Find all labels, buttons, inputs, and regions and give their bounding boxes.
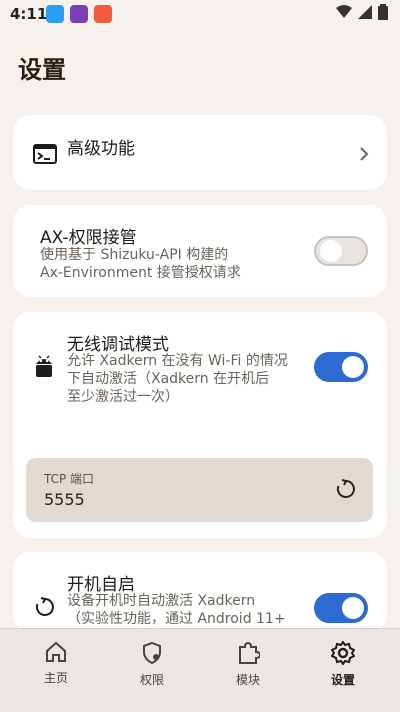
ax-subtitle-line2: Ax-Environment 接管授权请求 (40, 265, 241, 281)
advanced-features-title: 高级功能 (67, 139, 135, 159)
autostart-card: 开机自启 设备开机时自动激活 Xadkern （实验性功能，通过 Android… (13, 552, 387, 632)
qq-icon (46, 5, 64, 23)
wireless-subtitle-line3: 至少激活过一次） (67, 389, 179, 405)
nav-settings-label: 设置 (330, 673, 355, 687)
app-icon (70, 5, 88, 23)
terminal-icon (33, 144, 57, 164)
shield-icon (143, 641, 161, 665)
nav-home[interactable]: 主页 (24, 641, 88, 686)
autostart-subtitle-line1: 设备开机时自动激活 Xadkern (67, 593, 256, 609)
advanced-features-card[interactable]: 高级功能 (13, 115, 387, 190)
nav-settings[interactable]: 设置 (311, 640, 375, 688)
puzzle-icon (239, 641, 262, 664)
nav-permission-label: 权限 (139, 673, 164, 687)
page-title: 设置 (18, 56, 66, 84)
wireless-subtitle-line2: 下自动激活（Xadkern 在开机后 (67, 371, 270, 387)
nav-home-label: 主页 (43, 671, 68, 685)
wireless-debug-card: 无线调试模式 允许 Xadkern 在没有 Wi-Fi 的情况 下自动激活（Xa… (13, 312, 387, 538)
autostart-subtitle-line2: （实验性功能，通过 Android 11+ (67, 611, 286, 627)
android-icon (36, 355, 52, 377)
status-time: 4:11 (10, 5, 48, 23)
bottom-nav: 主页 权限 模块 设置 (0, 628, 400, 712)
ax-title: AX-权限接管 (40, 228, 137, 248)
status-bar: 4:11 (0, 0, 400, 28)
nav-modules-label: 模块 (235, 673, 260, 687)
home-icon (46, 641, 66, 662)
signal-icon (358, 5, 372, 19)
tcp-port-field[interactable]: TCP 端口 5555 (26, 458, 373, 522)
wireless-toggle[interactable] (314, 352, 368, 382)
wireless-toggle-knob (342, 356, 364, 378)
chat-icon (94, 5, 112, 23)
gear-icon (330, 640, 356, 666)
autostart-toggle-knob (342, 597, 364, 619)
wireless-subtitle-line1: 允许 Xadkern 在没有 Wi-Fi 的情况 (67, 353, 288, 369)
ax-toggle[interactable] (314, 236, 368, 266)
nav-permission[interactable]: 权限 (120, 641, 184, 688)
nav-modules[interactable]: 模块 (216, 641, 280, 688)
tcp-port-label: TCP 端口 (44, 472, 95, 486)
autostart-toggle[interactable] (314, 593, 368, 623)
chevron-right-icon (360, 147, 369, 161)
status-icons (336, 4, 388, 20)
ax-permission-card: AX-权限接管 使用基于 Shizuku-API 构建的 Ax-Environm… (13, 205, 387, 297)
wifi-icon (336, 5, 352, 18)
tcp-port-value: 5555 (44, 490, 85, 509)
ax-toggle-knob (320, 240, 342, 262)
restart-icon (35, 597, 54, 616)
reset-icon[interactable] (335, 478, 357, 500)
ax-subtitle-line1: 使用基于 Shizuku-API 构建的 (40, 247, 229, 263)
battery-icon (378, 4, 388, 20)
